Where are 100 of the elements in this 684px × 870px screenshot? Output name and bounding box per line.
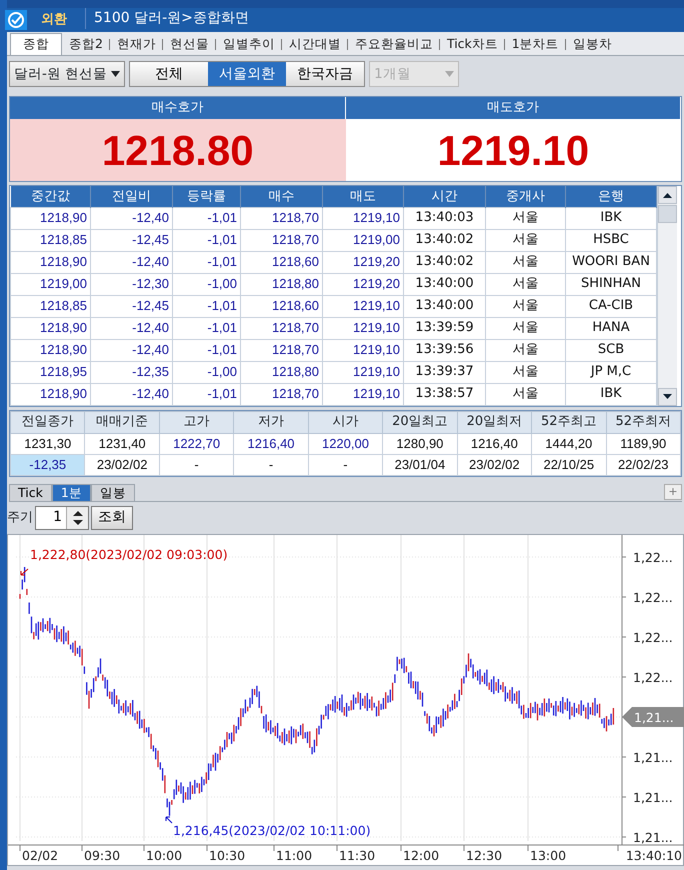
table-cell: 서울	[486, 295, 566, 317]
column-header: 52주최저	[606, 411, 680, 433]
table-cell: 서울	[486, 339, 566, 361]
tab[interactable]: 일봉	[90, 484, 135, 500]
low-price-label: 1,216,45(2023/02/02 10:11:00)	[173, 822, 371, 838]
table-cell: -1,01	[172, 295, 240, 317]
tab[interactable]: 종합2	[62, 34, 109, 55]
table-cell: 1218,85	[10, 229, 90, 251]
axis-label: 02/02	[22, 848, 58, 862]
table-cell: 1219,10	[322, 317, 404, 339]
column-header: 시가	[308, 411, 383, 433]
segment-button[interactable]: 서울외환	[208, 62, 286, 86]
table-cell: 13:40:03	[404, 207, 486, 229]
high-price-label: 1,222,80(2023/02/02 09:03:00)	[30, 546, 228, 562]
interval-spinner[interactable]: 1	[35, 506, 89, 530]
table-cell: 1219,10	[322, 295, 404, 317]
tab[interactable]: 종합	[10, 33, 62, 55]
tab[interactable]: 주요환율비교	[348, 34, 439, 55]
tab[interactable]: 1분차트	[504, 34, 565, 55]
table-cell: -12,40	[90, 339, 172, 361]
tab[interactable]: 1분	[52, 484, 91, 500]
table-cell: -1,01	[172, 317, 240, 339]
table-cell: -12,40	[90, 383, 172, 405]
table-cell: -1,01	[172, 383, 240, 405]
table-cell: 22/10/25	[532, 454, 606, 475]
table-cell: 1218,70	[240, 383, 322, 405]
table-cell: 1219,10	[322, 383, 404, 405]
axis-label: 11:30	[339, 848, 376, 862]
current-price-tag: 1,21...	[622, 706, 684, 726]
axis-label: 10:30	[209, 848, 246, 862]
table-cell: -12,45	[90, 229, 172, 251]
column-header: 은행	[566, 186, 656, 207]
axis-label: 13:40:10	[626, 848, 682, 862]
check-circle-icon	[5, 10, 27, 30]
column-header: 중개사	[486, 186, 566, 207]
tab[interactable]: Tick차트	[440, 34, 504, 55]
axis-label: 1,22...	[633, 670, 673, 684]
table-cell: 1218,95	[10, 361, 90, 383]
bid-price: 1218.80	[10, 119, 346, 181]
table-cell: 1231,40	[84, 433, 160, 454]
table-cell: 1218,70	[240, 317, 322, 339]
table-cell: -1,01	[172, 339, 240, 361]
scroll-down-icon[interactable]	[663, 394, 672, 399]
table-cell: 1218,80	[240, 273, 322, 295]
scroll-up-icon[interactable]	[663, 192, 672, 198]
table-cell: 13:40:00	[404, 273, 486, 295]
column-header: 전일종가	[10, 411, 85, 433]
column-header: 매수호가	[10, 97, 346, 119]
table-cell: 1218,90	[10, 383, 90, 405]
column-header: 매도	[322, 186, 404, 207]
table-cell: 1216,40	[457, 433, 532, 454]
tab[interactable]: 현선물	[162, 34, 215, 55]
table-cell: 서울	[486, 251, 566, 273]
product-dropdown[interactable]: 달러-원 현선물	[9, 61, 126, 87]
table-cell: 13:38:57	[404, 383, 486, 405]
interval-label: 주기	[7, 508, 33, 527]
table-cell: 서울	[486, 229, 566, 251]
tab[interactable]: 일봉차	[566, 34, 618, 55]
table-cell: HANA	[566, 317, 656, 339]
segment-button[interactable]: 한국자금	[286, 62, 364, 86]
table-cell: 1218,80	[240, 361, 322, 383]
tab[interactable]: 시간대별	[282, 34, 347, 55]
axis-label: 1,22...	[633, 550, 673, 564]
add-button[interactable]: +	[664, 484, 682, 500]
scroll-thumb[interactable]	[658, 205, 677, 223]
table-cell: 1220,00	[308, 433, 383, 454]
table-cell: 1444,20	[532, 433, 606, 454]
table-cell: 서울	[486, 207, 566, 229]
axis-label: 12:00	[403, 848, 440, 862]
window-title: 5100 달러-원>종합화면	[85, 8, 249, 29]
table-cell: 22/02/23	[606, 454, 680, 475]
table-cell: WOORI BAN	[566, 251, 656, 273]
table-cell: 1218,70	[240, 229, 322, 251]
column-header: 20일최저	[457, 411, 532, 433]
section-label: 외환	[41, 10, 67, 28]
table-cell: -1,00	[172, 273, 240, 295]
leader-line	[20, 568, 28, 575]
tab[interactable]: 현재가	[110, 34, 162, 55]
column-header: 고가	[159, 411, 234, 433]
axis-label: 1,22...	[633, 630, 673, 644]
tab[interactable]: Tick	[9, 484, 52, 500]
table-cell: 23/02/02	[457, 454, 532, 475]
table-cell: -12,45	[90, 295, 172, 317]
table-cell: 1231,30	[10, 433, 85, 454]
table-cell: 13:39:56	[404, 339, 486, 361]
table-cell: -1,01	[172, 251, 240, 273]
caret-icon	[111, 71, 120, 77]
table-cell: -	[159, 454, 234, 475]
segment-button[interactable]: 전체	[130, 62, 208, 86]
query-button[interactable]: 조회	[91, 506, 133, 530]
table-cell: 13:40:02	[404, 229, 486, 251]
table-cell: JP M,C	[566, 361, 656, 383]
table-cell: -12,35	[10, 454, 85, 475]
spinner-arrows-icon[interactable]	[72, 510, 82, 526]
table-cell: 1189,90	[606, 433, 680, 454]
table-cell: SHINHAN	[566, 273, 656, 295]
tab[interactable]: 일별추이	[216, 34, 281, 55]
table-cell: 1218,90	[10, 207, 90, 229]
axis-label: 12:30	[466, 848, 502, 862]
column-header: 20일최고	[382, 411, 458, 433]
